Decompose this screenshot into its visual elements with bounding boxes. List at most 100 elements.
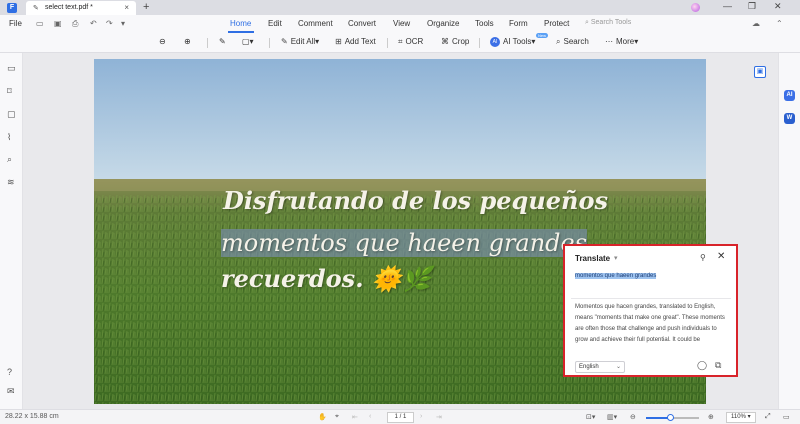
highlight-icon[interactable]: ✎ bbox=[219, 37, 226, 46]
chevron-down-icon[interactable]: ▾ bbox=[614, 254, 618, 262]
app-logo: F bbox=[7, 3, 17, 13]
heading-line-1[interactable]: Disfrutando de los pequeños bbox=[223, 186, 608, 215]
zoom-slider[interactable] bbox=[646, 414, 699, 421]
zoom-out-icon[interactable]: ⊖ bbox=[159, 37, 166, 46]
page-layout-icon[interactable]: ▥▾ bbox=[607, 413, 617, 421]
herb-icon: 🌿 bbox=[401, 264, 432, 293]
toolbar: ⊖ ⊕ ✎ ▢▾ ✎ Edit All▾ ⊞ Add Text ⌗ OCR ⌘ Crop… bbox=[0, 33, 800, 53]
next-page-icon[interactable]: › bbox=[420, 413, 422, 420]
search-icon[interactable]: ⌕ bbox=[7, 154, 12, 165]
language-label: English bbox=[579, 364, 599, 370]
heading-line-3[interactable]: recuerdos. 🌞🌿 bbox=[221, 264, 432, 293]
menu-comment[interactable]: Comment bbox=[298, 19, 333, 28]
source-text[interactable]: momentos que haeen grandes bbox=[575, 273, 657, 279]
first-page-icon[interactable]: ⇤ bbox=[352, 413, 358, 421]
last-page-icon[interactable]: ⇥ bbox=[436, 413, 442, 421]
more-icon: ⋯ bbox=[605, 37, 613, 46]
edit-all-button[interactable]: ✎ Edit All▾ bbox=[281, 37, 319, 46]
zoom-level-select[interactable]: 110% ▾ bbox=[726, 412, 756, 423]
right-sidebar: AI W bbox=[778, 53, 800, 409]
attachment-icon[interactable]: ⌇ bbox=[7, 132, 11, 143]
menu-form[interactable]: Form bbox=[509, 19, 528, 28]
search-icon: ⌕ bbox=[556, 37, 561, 46]
menu-home[interactable]: Home bbox=[230, 19, 251, 28]
refresh-icon[interactable]: ◯ bbox=[697, 360, 707, 371]
ocr-label: OCR bbox=[405, 37, 424, 46]
page-number-input[interactable]: 1 / 1 bbox=[387, 412, 414, 423]
translate-title: Translate bbox=[575, 254, 611, 263]
more-button[interactable]: ⋯ More▾ bbox=[605, 37, 638, 46]
zoom-in-icon[interactable]: ⊕ bbox=[708, 413, 714, 421]
zoom-out-icon[interactable]: ⊖ bbox=[630, 413, 636, 421]
zoom-slider-thumb[interactable] bbox=[666, 414, 674, 421]
menu-edit[interactable]: Edit bbox=[268, 19, 282, 28]
divider bbox=[269, 38, 270, 48]
sun-icon: 🌞 bbox=[371, 264, 402, 293]
feedback-icon[interactable]: ✉ bbox=[7, 386, 15, 397]
redo-icon[interactable]: ↷ bbox=[106, 19, 113, 28]
hand-tool-icon[interactable]: ✋ bbox=[318, 413, 327, 421]
shape-icon[interactable]: ▢▾ bbox=[242, 37, 254, 46]
ai-icon: AI bbox=[490, 37, 500, 47]
zoom-in-icon[interactable]: ⊕ bbox=[184, 37, 191, 46]
ocr-button[interactable]: ⌗ OCR bbox=[398, 37, 423, 47]
search-tools-input[interactable]: ⌕ Search Tools bbox=[585, 19, 631, 27]
minimize-icon[interactable]: — bbox=[723, 1, 732, 11]
ai-assistant-icon[interactable]: AI bbox=[784, 90, 795, 101]
translation-result: Momentos que hacen grandes, translated t… bbox=[575, 304, 725, 343]
print-icon[interactable]: ⎙ bbox=[72, 19, 78, 29]
menu-convert[interactable]: Convert bbox=[348, 19, 376, 28]
copy-icon[interactable]: ⧉ bbox=[715, 360, 721, 371]
restore-icon[interactable]: ❐ bbox=[748, 1, 756, 12]
edit-all-label: Edit All bbox=[290, 37, 316, 46]
properties-panel-icon[interactable]: ▣ bbox=[754, 66, 766, 78]
prev-page-icon[interactable]: ‹ bbox=[369, 413, 371, 420]
save-icon[interactable]: ▣ bbox=[54, 19, 62, 28]
menu-protect[interactable]: Protect bbox=[544, 19, 569, 28]
open-icon[interactable]: ▭ bbox=[36, 19, 44, 28]
fullscreen-icon[interactable]: ⤢ bbox=[765, 413, 771, 421]
heading-line-2-selected[interactable]: momentos que haeen grandes bbox=[221, 229, 588, 257]
ai-tools-label: AI Tools bbox=[503, 37, 532, 47]
edit-all-icon: ✎ bbox=[281, 37, 288, 46]
more-label: More bbox=[616, 37, 635, 46]
divider bbox=[387, 38, 388, 48]
divider bbox=[207, 38, 208, 48]
crop-label: Crop bbox=[452, 37, 470, 46]
layers-icon[interactable]: ≋ bbox=[7, 177, 15, 188]
pin-icon[interactable]: ⚲ bbox=[700, 253, 706, 262]
divider bbox=[571, 298, 731, 299]
cloud-icon[interactable]: ☁ bbox=[752, 19, 760, 28]
new-tab-button[interactable]: + bbox=[143, 1, 149, 13]
search-button[interactable]: ⌕ Search bbox=[556, 37, 589, 47]
page-dimensions: 28.22 x 15.88 cm bbox=[5, 413, 59, 420]
close-icon[interactable]: ✕ bbox=[717, 251, 725, 262]
menu-organize[interactable]: Organize bbox=[427, 19, 459, 28]
menu-tools[interactable]: Tools bbox=[475, 19, 494, 28]
add-text-icon: ⊞ bbox=[335, 37, 342, 46]
close-window-icon[interactable]: ✕ bbox=[774, 1, 782, 12]
language-select[interactable]: English ⌄ bbox=[575, 361, 625, 373]
undo-icon[interactable]: ↶ bbox=[90, 19, 97, 28]
document-tab[interactable]: ✎ select text.pdf * × bbox=[26, 1, 136, 15]
crop-button[interactable]: ⌘ Crop bbox=[441, 37, 469, 46]
avatar[interactable] bbox=[691, 3, 700, 12]
read-mode-icon[interactable]: ▭ bbox=[783, 413, 790, 421]
menu-view[interactable]: View bbox=[393, 19, 410, 28]
zoom-level-label: 110% bbox=[731, 414, 746, 420]
comment-icon[interactable]: ▢ bbox=[7, 109, 16, 120]
select-tool-icon[interactable]: ⌖ bbox=[335, 413, 339, 421]
ai-tools-button[interactable]: AI AI Tools▾ bbox=[490, 37, 535, 47]
page-thumbnail-icon[interactable]: ▭ bbox=[7, 63, 16, 74]
add-text-button[interactable]: ⊞ Add Text bbox=[335, 37, 376, 46]
chevron-down-icon: ⌄ bbox=[615, 364, 621, 370]
close-tab-icon[interactable]: × bbox=[124, 3, 129, 12]
menu-file[interactable]: File bbox=[9, 19, 22, 28]
word-convert-icon[interactable]: W bbox=[784, 113, 795, 124]
bookmark-icon[interactable]: ⌑ bbox=[7, 86, 12, 97]
search-label: Search bbox=[563, 37, 589, 46]
fit-page-icon[interactable]: ⊡▾ bbox=[586, 413, 595, 421]
help-icon[interactable]: ? bbox=[7, 367, 12, 377]
dropdown-icon[interactable]: ▾ bbox=[121, 19, 125, 28]
collapse-icon[interactable]: ⌃ bbox=[776, 19, 783, 28]
